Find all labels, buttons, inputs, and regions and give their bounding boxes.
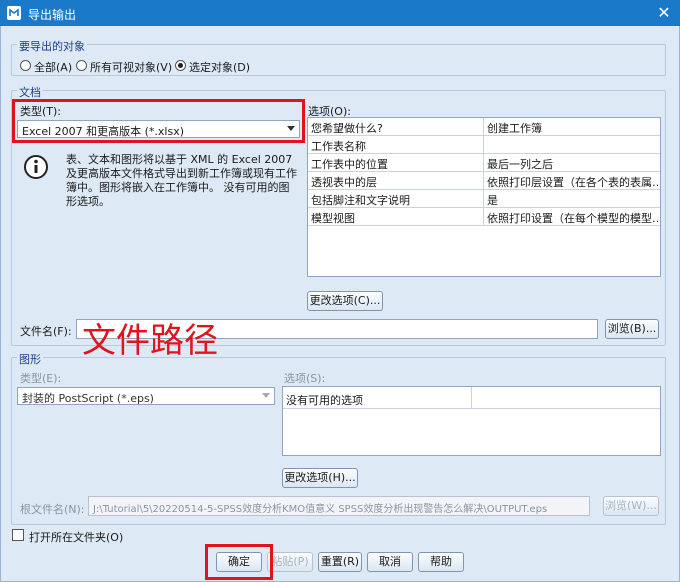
annotation-file-path: 文件路径 bbox=[82, 321, 218, 361]
paste-button[interactable]: 粘贴(P) bbox=[267, 552, 313, 572]
doc-change-options-button[interactable]: 更改选项(C)... bbox=[307, 291, 383, 311]
root-filename-input[interactable]: J:\Tutorial\5\20220514-5-SPSS效度分析KMO值意义 … bbox=[88, 496, 590, 516]
title-bar: 导出输出 ✕ bbox=[0, 0, 680, 26]
table-cell: 透视表中的层 bbox=[308, 172, 484, 190]
radio-all-label: 全部(A) bbox=[34, 61, 73, 74]
highlight-box-ok bbox=[205, 544, 273, 580]
open-folder-checkbox[interactable] bbox=[12, 529, 24, 541]
doc-info-text: 表、文本和图形将以基于 XML 的 Excel 2007 及更高版本文件格式导出… bbox=[66, 153, 297, 208]
graphic-type-value: 封装的 PostScript (*.eps) bbox=[22, 392, 154, 405]
filename-label: 文件名(F): bbox=[20, 325, 72, 338]
table-cell[interactable]: 是 bbox=[484, 190, 660, 208]
open-folder-label: 打开所在文件夹(O) bbox=[29, 531, 124, 544]
radio-visible-label: 所有可视对象(V) bbox=[90, 61, 173, 74]
graphics-legend: 图形 bbox=[17, 351, 43, 367]
doc-options-table[interactable]: 您希望做什么? 创建工作簿 工作表名称 工作表中的位置 最后一列之后 透视表中的… bbox=[307, 117, 661, 277]
table-cell[interactable] bbox=[484, 136, 660, 154]
highlight-box-type bbox=[12, 99, 305, 143]
graphic-type-label: 类型(E): bbox=[20, 372, 62, 385]
root-filename-label: 根文件名(N): bbox=[20, 503, 85, 516]
doc-browse-button[interactable]: 浏览(B)... bbox=[605, 319, 659, 339]
table-cell[interactable]: 最后一列之后 bbox=[484, 154, 660, 172]
window-title: 导出输出 bbox=[28, 8, 77, 22]
document-legend: 文档 bbox=[17, 84, 43, 100]
table-cell: 您希望做什么? bbox=[308, 118, 484, 136]
objects-legend: 要导出的对象 bbox=[17, 38, 87, 54]
graphic-options-table[interactable]: 没有可用的选项 bbox=[282, 386, 661, 456]
spss-app-icon bbox=[6, 5, 22, 21]
chevron-down-icon bbox=[262, 393, 270, 398]
table-cell: 工作表中的位置 bbox=[308, 154, 484, 172]
cancel-button[interactable]: 取消 bbox=[367, 552, 413, 572]
graphic-type-select[interactable]: 封装的 PostScript (*.eps) bbox=[17, 387, 275, 405]
table-cell bbox=[472, 387, 660, 409]
table-cell: 模型视图 bbox=[308, 208, 484, 226]
table-cell[interactable]: 依照打印层设置（在各个表的表属… bbox=[484, 172, 660, 190]
table-cell: 没有可用的选项 bbox=[283, 387, 472, 409]
close-icon[interactable]: ✕ bbox=[652, 2, 676, 24]
reset-button[interactable]: 重置(R) bbox=[318, 552, 362, 572]
radio-all[interactable] bbox=[20, 60, 31, 71]
radio-visible[interactable] bbox=[76, 60, 87, 71]
graphic-options-label: 选项(S): bbox=[284, 372, 326, 385]
table-cell: 包括脚注和文字说明 bbox=[308, 190, 484, 208]
help-button[interactable]: 帮助 bbox=[418, 552, 464, 572]
table-cell[interactable]: 创建工作簿 bbox=[484, 118, 660, 136]
radio-selected[interactable] bbox=[175, 60, 186, 71]
table-cell: 工作表名称 bbox=[308, 136, 484, 154]
radio-selected-label: 选定对象(D) bbox=[189, 61, 251, 74]
table-cell[interactable]: 依照打印设置（在每个模型的模型… bbox=[484, 208, 660, 226]
info-icon bbox=[23, 154, 49, 180]
graphic-browse-button[interactable]: 浏览(W)... bbox=[603, 496, 659, 516]
graphic-change-options-button[interactable]: 更改选项(H)... bbox=[282, 468, 358, 488]
